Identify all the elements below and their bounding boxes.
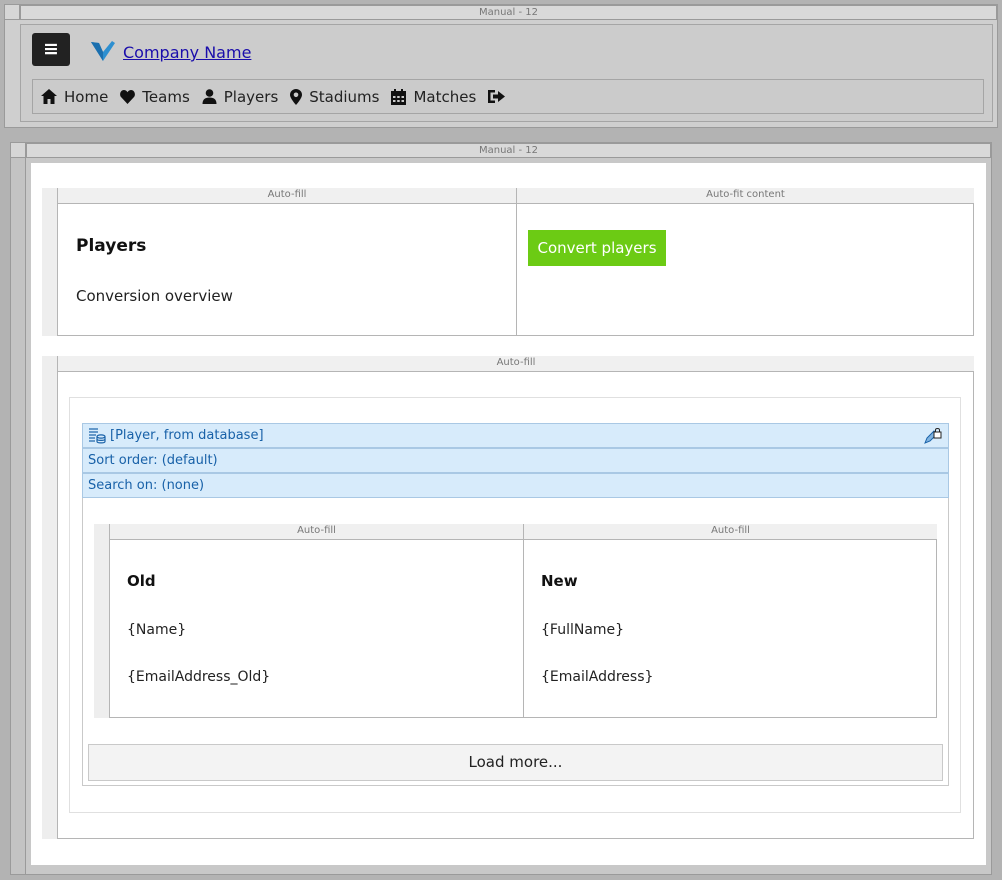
band-corner [4, 4, 20, 20]
menu-toggle-button[interactable]: ≡ [32, 33, 70, 66]
new-fullname-field: {FullName} [541, 622, 625, 638]
repeater-side-handle [94, 524, 110, 718]
datasource-header[interactable]: [Player, from database] [82, 423, 949, 448]
column-size-label: Auto-fill [58, 356, 974, 372]
hamburger-icon: ≡ [43, 38, 59, 60]
column-size-label: Auto-fill [524, 524, 937, 540]
page-title: Players [76, 236, 147, 256]
header-band-label: Manual - 12 [20, 5, 997, 20]
nav-label: Home [64, 87, 109, 106]
band-side-handle [11, 158, 26, 874]
calendar-icon [391, 88, 407, 105]
old-heading: Old [127, 572, 156, 590]
title-section [42, 188, 974, 336]
band-corner [10, 142, 26, 158]
nav-item-stadiums[interactable]: Stadiums [290, 88, 379, 106]
column-size-label: Auto-fill [110, 524, 524, 540]
sort-order-row[interactable]: Sort order: (default) [82, 448, 949, 473]
nav-item-home[interactable]: Home [41, 88, 108, 106]
nav-item-teams[interactable]: Teams [120, 87, 190, 106]
home-icon [41, 89, 57, 104]
check-logo-icon [91, 41, 115, 61]
nav-item-players[interactable]: Players [202, 87, 279, 106]
column-size-label: Auto-fit content [517, 188, 974, 204]
column-divider [516, 204, 517, 335]
nav-label: Teams [142, 87, 190, 106]
sign-out-icon [488, 90, 506, 103]
load-more-button[interactable]: Load more... [88, 744, 943, 781]
page-subtitle: Conversion overview [76, 287, 233, 305]
section-side-handle [42, 188, 58, 336]
section-side-handle [42, 356, 58, 839]
edit-lock-icon [924, 428, 942, 444]
datasource-name: [Player, from database] [110, 428, 264, 443]
nav-label: Matches [413, 87, 477, 106]
company-logo [90, 40, 116, 62]
convert-players-button[interactable]: Convert players [528, 230, 666, 266]
nav-item-matches[interactable]: Matches [391, 88, 476, 106]
heart-icon [120, 89, 136, 104]
repeater-item [94, 524, 937, 718]
content-band-label: Manual - 12 [26, 143, 991, 158]
nav-label: Players [223, 87, 279, 106]
old-email-field: {EmailAddress_Old} [127, 669, 271, 685]
column-size-label: Auto-fill [58, 188, 517, 204]
nav-item-logout[interactable] [488, 89, 512, 104]
search-on-row[interactable]: Search on: (none) [82, 473, 949, 498]
company-name-link[interactable]: Company Name [123, 43, 251, 62]
new-email-field: {EmailAddress} [541, 669, 654, 685]
nav-label: Stadiums [309, 87, 380, 106]
user-icon [202, 89, 217, 104]
new-heading: New [541, 572, 578, 590]
database-icon [89, 428, 106, 444]
map-marker-icon [290, 88, 303, 105]
main-navigation: Home Teams Players Stadiums Matches [32, 79, 984, 114]
column-divider [523, 540, 524, 717]
old-name-field: {Name} [127, 622, 187, 638]
